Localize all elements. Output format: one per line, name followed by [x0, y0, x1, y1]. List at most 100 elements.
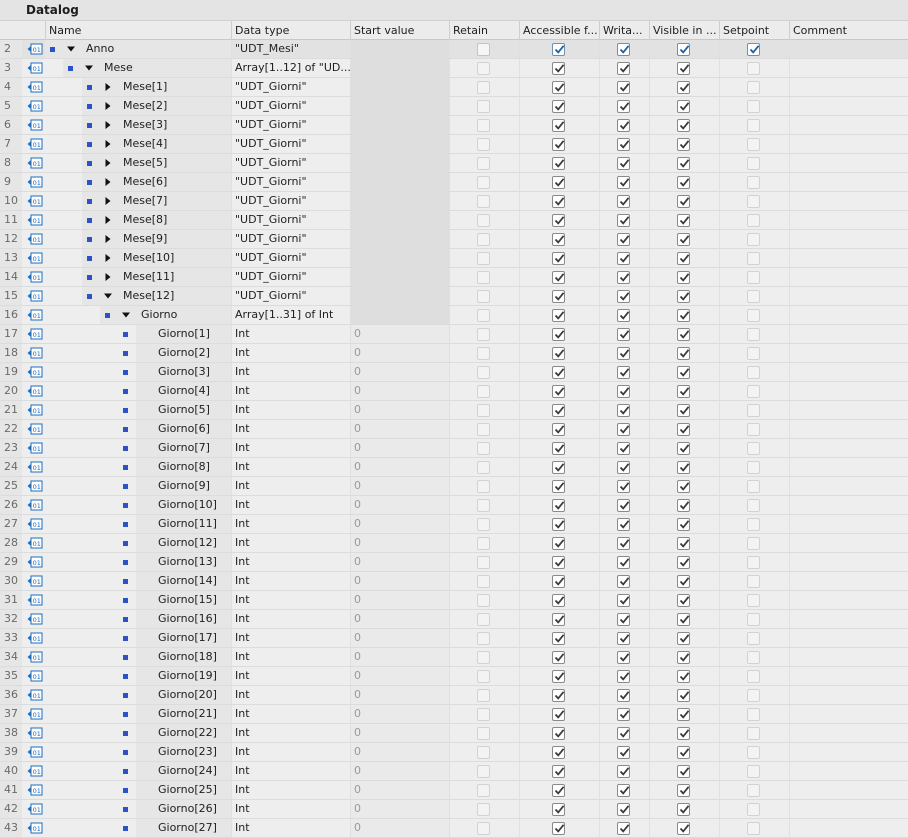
data-type-cell[interactable]: Int	[231, 781, 350, 799]
column-header-comment[interactable]: Comment	[789, 21, 908, 40]
table-row[interactable]: 31 01 Giorno[15] Int 0	[0, 591, 908, 610]
data-type-cell[interactable]: "UDT_Giorni"	[231, 97, 350, 115]
retain-checkbox[interactable]	[477, 822, 490, 835]
start-value-cell[interactable]: 0	[350, 591, 449, 609]
table-row[interactable]: 33 01 Giorno[17] Int 0	[0, 629, 908, 648]
data-type-cell[interactable]: Int	[231, 382, 350, 400]
setpoint-checkbox[interactable]	[747, 499, 760, 512]
row-number[interactable]: 30	[0, 572, 22, 590]
table-row[interactable]: 40 01 Giorno[24] Int 0	[0, 762, 908, 781]
setpoint-checkbox[interactable]	[747, 613, 760, 626]
start-value-cell[interactable]	[350, 116, 449, 134]
accessible-checkbox[interactable]	[552, 575, 565, 588]
table-row[interactable]: 2 01 Anno "UDT_Mesi"	[0, 40, 908, 59]
writable-checkbox[interactable]	[617, 613, 630, 626]
accessible-checkbox[interactable]	[552, 480, 565, 493]
triangle-right-icon[interactable]	[103, 215, 113, 225]
table-row[interactable]: 10 01 Mese[7] "UDT_Giorni"	[0, 192, 908, 211]
start-value-cell[interactable]	[350, 78, 449, 96]
visible-checkbox[interactable]	[677, 442, 690, 455]
visible-checkbox[interactable]	[677, 803, 690, 816]
accessible-checkbox[interactable]	[552, 176, 565, 189]
retain-checkbox[interactable]	[477, 784, 490, 797]
start-value-cell[interactable]: 0	[350, 458, 449, 476]
retain-checkbox[interactable]	[477, 537, 490, 550]
element-name[interactable]: Giorno[18]	[158, 648, 217, 666]
setpoint-checkbox[interactable]	[747, 347, 760, 360]
visible-checkbox[interactable]	[677, 100, 690, 113]
data-type-cell[interactable]: Int	[231, 515, 350, 533]
start-value-cell[interactable]	[350, 40, 449, 58]
setpoint-checkbox[interactable]	[747, 195, 760, 208]
accessible-checkbox[interactable]	[552, 727, 565, 740]
retain-checkbox[interactable]	[477, 518, 490, 531]
setpoint-checkbox[interactable]	[747, 157, 760, 170]
start-value-cell[interactable]	[350, 230, 449, 248]
table-row[interactable]: 8 01 Mese[5] "UDT_Giorni"	[0, 154, 908, 173]
setpoint-checkbox[interactable]	[747, 385, 760, 398]
column-header-writable[interactable]: Writa...	[599, 21, 649, 40]
retain-checkbox[interactable]	[477, 556, 490, 569]
retain-checkbox[interactable]	[477, 138, 490, 151]
column-header-visible[interactable]: Visible in ...	[649, 21, 719, 40]
table-row[interactable]: 38 01 Giorno[22] Int 0	[0, 724, 908, 743]
setpoint-checkbox[interactable]	[747, 822, 760, 835]
writable-checkbox[interactable]	[617, 309, 630, 322]
accessible-checkbox[interactable]	[552, 765, 565, 778]
element-name[interactable]: Giorno[4]	[158, 382, 210, 400]
row-number[interactable]: 24	[0, 458, 22, 476]
visible-checkbox[interactable]	[677, 366, 690, 379]
setpoint-checkbox[interactable]	[747, 518, 760, 531]
start-value-cell[interactable]: 0	[350, 496, 449, 514]
row-number[interactable]: 36	[0, 686, 22, 704]
row-number[interactable]: 25	[0, 477, 22, 495]
retain-checkbox[interactable]	[477, 366, 490, 379]
row-number[interactable]: 2	[0, 40, 22, 58]
writable-checkbox[interactable]	[617, 233, 630, 246]
accessible-checkbox[interactable]	[552, 328, 565, 341]
visible-checkbox[interactable]	[677, 347, 690, 360]
data-type-cell[interactable]: Int	[231, 458, 350, 476]
accessible-checkbox[interactable]	[552, 119, 565, 132]
visible-checkbox[interactable]	[677, 81, 690, 94]
start-value-cell[interactable]: 0	[350, 819, 449, 837]
data-type-cell[interactable]: "UDT_Giorni"	[231, 249, 350, 267]
writable-checkbox[interactable]	[617, 290, 630, 303]
retain-checkbox[interactable]	[477, 385, 490, 398]
row-number[interactable]: 21	[0, 401, 22, 419]
accessible-checkbox[interactable]	[552, 62, 565, 75]
row-number[interactable]: 29	[0, 553, 22, 571]
writable-checkbox[interactable]	[617, 499, 630, 512]
triangle-right-icon[interactable]	[103, 234, 113, 244]
data-type-cell[interactable]: "UDT_Giorni"	[231, 116, 350, 134]
accessible-checkbox[interactable]	[552, 81, 565, 94]
element-name[interactable]: Giorno[20]	[158, 686, 217, 704]
retain-checkbox[interactable]	[477, 594, 490, 607]
retain-checkbox[interactable]	[477, 100, 490, 113]
accessible-checkbox[interactable]	[552, 214, 565, 227]
table-row[interactable]: 12 01 Mese[9] "UDT_Giorni"	[0, 230, 908, 249]
accessible-checkbox[interactable]	[552, 822, 565, 835]
retain-checkbox[interactable]	[477, 632, 490, 645]
retain-checkbox[interactable]	[477, 233, 490, 246]
accessible-checkbox[interactable]	[552, 138, 565, 151]
data-type-cell[interactable]: Int	[231, 705, 350, 723]
data-type-cell[interactable]: Int	[231, 534, 350, 552]
writable-checkbox[interactable]	[617, 138, 630, 151]
data-type-cell[interactable]: "UDT_Giorni"	[231, 192, 350, 210]
element-name[interactable]: Giorno[2]	[158, 344, 210, 362]
visible-checkbox[interactable]	[677, 556, 690, 569]
table-row[interactable]: 5 01 Mese[2] "UDT_Giorni"	[0, 97, 908, 116]
element-name[interactable]: Giorno[25]	[158, 781, 217, 799]
row-number[interactable]: 3	[0, 59, 22, 77]
retain-checkbox[interactable]	[477, 746, 490, 759]
table-row[interactable]: 30 01 Giorno[14] Int 0	[0, 572, 908, 591]
visible-checkbox[interactable]	[677, 613, 690, 626]
setpoint-checkbox[interactable]	[747, 632, 760, 645]
accessible-checkbox[interactable]	[552, 347, 565, 360]
accessible-checkbox[interactable]	[552, 537, 565, 550]
visible-checkbox[interactable]	[677, 157, 690, 170]
start-value-cell[interactable]: 0	[350, 629, 449, 647]
element-name[interactable]: Giorno[22]	[158, 724, 217, 742]
accessible-checkbox[interactable]	[552, 803, 565, 816]
